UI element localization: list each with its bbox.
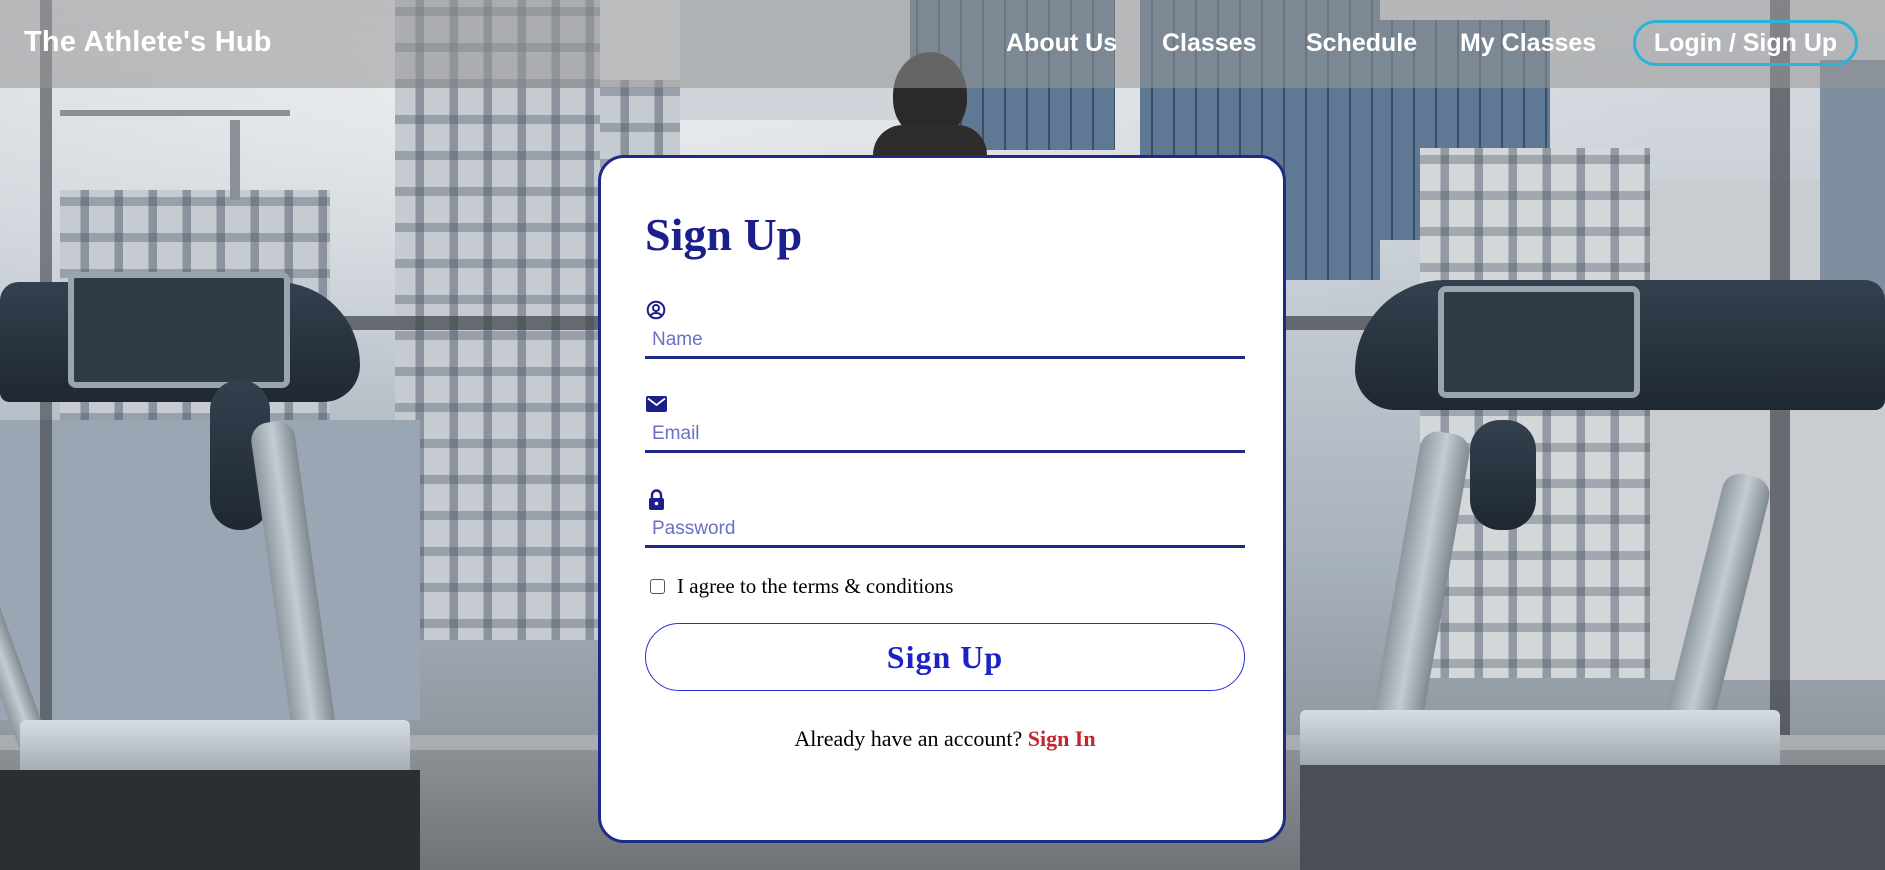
- login-signup-button[interactable]: Login / Sign Up: [1633, 20, 1858, 66]
- terms-label[interactable]: I agree to the terms & conditions: [677, 574, 953, 599]
- top-navbar: The Athlete's Hub About Us Classes Sched…: [0, 0, 1885, 88]
- nav-about-us[interactable]: About Us: [1006, 29, 1117, 58]
- password-input[interactable]: [645, 512, 1245, 548]
- lock-icon: [645, 488, 667, 510]
- terms-row: I agree to the terms & conditions: [650, 574, 953, 599]
- user-circle-icon: [645, 299, 667, 321]
- nav-schedule[interactable]: Schedule: [1306, 29, 1417, 58]
- signin-link[interactable]: Sign In: [1028, 726, 1096, 751]
- signin-prompt-text: Already have an account?: [794, 726, 1023, 751]
- terms-checkbox[interactable]: [650, 579, 665, 594]
- signup-submit-button[interactable]: Sign Up: [645, 623, 1245, 691]
- nav-my-classes[interactable]: My Classes: [1460, 29, 1596, 58]
- signin-prompt-row: Already have an account? Sign In: [645, 726, 1245, 752]
- envelope-icon: [645, 393, 667, 415]
- signup-title: Sign Up: [645, 209, 803, 260]
- email-input[interactable]: [645, 417, 1245, 453]
- brand-logo[interactable]: The Athlete's Hub: [24, 26, 272, 59]
- nav-classes[interactable]: Classes: [1162, 29, 1257, 58]
- name-input[interactable]: [645, 323, 1245, 359]
